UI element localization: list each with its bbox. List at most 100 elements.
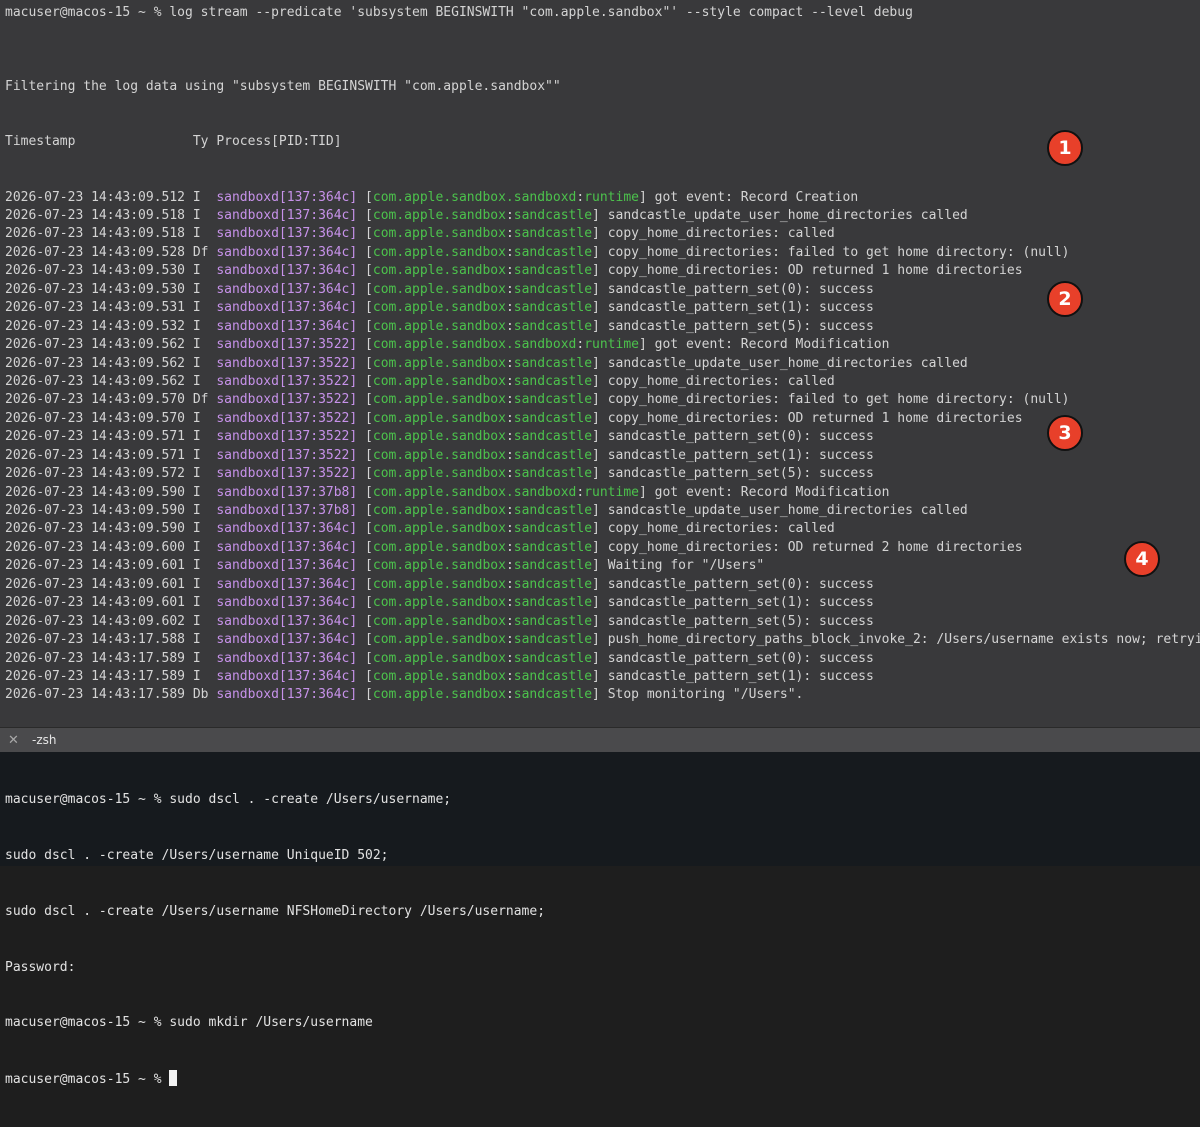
log-sep: :	[505, 447, 514, 463]
log-row: 2026-07-23 14:43:09.590 I sandboxd[137:3…	[5, 484, 1200, 502]
log-category: sandcastle	[513, 650, 593, 666]
terminal-cursor	[169, 1070, 178, 1087]
log-row: 2026-07-23 14:43:09.570 Df sandboxd[137:…	[5, 391, 1200, 409]
log-type: I	[192, 226, 209, 242]
log-sep	[185, 466, 193, 481]
log-timestamp: 2026-07-23 14:43:09.532	[5, 318, 186, 334]
log-type: I	[192, 373, 209, 389]
log-type: I	[192, 281, 209, 297]
log-subsystem: com.apple.sandbox	[372, 632, 506, 648]
log-process: sandboxd[137:3522]	[216, 373, 358, 389]
log-message: sandcastle_pattern_set(1): success	[607, 447, 874, 463]
log-category: sandcastle	[513, 632, 593, 648]
log-sep	[185, 282, 193, 297]
log-sep	[185, 208, 193, 223]
log-sep: [	[357, 632, 373, 648]
log-subsystem: com.apple.sandbox.sandboxd	[372, 337, 577, 353]
log-message: sandcastle_update_user_home_directories …	[607, 355, 968, 371]
log-sep: [	[357, 226, 373, 242]
log-sep	[185, 577, 193, 592]
log-process: sandboxd[137:3522]	[216, 447, 358, 463]
log-sep	[185, 245, 193, 260]
log-timestamp: 2026-07-23 14:43:09.571	[5, 429, 186, 445]
log-category: sandcastle	[513, 539, 593, 555]
log-type: I	[192, 576, 209, 592]
log-message: sandcastle_pattern_set(0): success	[607, 576, 874, 592]
log-timestamp: 2026-07-23 14:43:09.530	[5, 263, 186, 279]
log-subsystem: com.apple.sandbox	[372, 244, 506, 260]
log-sep: [	[357, 668, 373, 684]
log-sep: [	[357, 539, 373, 555]
log-process: sandboxd[137:364c]	[216, 595, 358, 611]
zsh-pane[interactable]: macuser@macos-15 ~ % sudo dscl . -create…	[0, 752, 1200, 1087]
log-process: sandboxd[137:364c]	[216, 318, 358, 334]
log-row: 2026-07-23 14:43:09.562 I sandboxd[137:3…	[5, 336, 1200, 354]
log-sep: [	[357, 244, 373, 260]
log-sep	[185, 337, 193, 352]
log-sep: ]	[592, 373, 608, 389]
log-timestamp: 2026-07-23 14:43:17.589	[5, 687, 186, 703]
log-subsystem: com.apple.sandbox	[372, 281, 506, 297]
log-category: sandcastle	[513, 373, 593, 389]
log-sep	[185, 651, 193, 666]
log-sep	[185, 374, 193, 389]
log-sep: :	[505, 318, 514, 334]
log-sep: :	[505, 466, 514, 482]
log-sep: ]	[592, 281, 608, 297]
log-sep: [	[357, 208, 373, 224]
log-category: sandcastle	[513, 429, 593, 445]
log-sep: [	[357, 373, 373, 389]
log-sep: ]	[592, 668, 608, 684]
log-process: sandboxd[137:364c]	[216, 189, 358, 205]
log-message: got event: Record Creation	[654, 189, 859, 205]
log-message: sandcastle_pattern_set(0): success	[607, 281, 874, 297]
log-sep: :	[505, 576, 514, 592]
zsh-line: Password:	[5, 959, 76, 975]
log-message: Stop monitoring "/Users".	[607, 687, 804, 703]
log-type: I	[192, 650, 209, 666]
tab-zsh[interactable]: -zsh	[32, 733, 57, 747]
zsh-line: macuser@macos-15 ~ % sudo dscl . -create…	[5, 792, 452, 808]
log-output: Filtering the log data using "subsystem …	[5, 41, 1200, 797]
log-subsystem: com.apple.sandbox	[372, 318, 506, 334]
log-row: 2026-07-23 14:43:09.590 I sandboxd[137:3…	[5, 520, 1200, 538]
log-subsystem: com.apple.sandbox	[372, 373, 506, 389]
log-sep: :	[505, 613, 514, 629]
log-category: sandcastle	[513, 281, 593, 297]
log-row: 2026-07-23 14:43:09.601 I sandboxd[137:3…	[5, 576, 1200, 594]
annotation-badge-4: 4	[1124, 541, 1160, 577]
close-icon[interactable]: ✕	[8, 733, 22, 748]
log-timestamp: 2026-07-23 14:43:09.562	[5, 355, 186, 371]
log-sep: ]	[592, 410, 608, 426]
log-process: sandboxd[137:364c]	[216, 263, 358, 279]
log-process: sandboxd[137:364c]	[216, 244, 358, 260]
annotation-badge-2: 2	[1047, 281, 1083, 317]
log-sep: ]	[592, 539, 608, 555]
zsh-output: macuser@macos-15 ~ % sudo dscl . -create…	[5, 754, 545, 1127]
log-timestamp: 2026-07-23 14:43:09.572	[5, 466, 186, 482]
log-timestamp: 2026-07-23 14:43:09.570	[5, 392, 186, 408]
annotation-badge-3: 3	[1047, 415, 1083, 451]
log-timestamp: 2026-07-23 14:43:09.601	[5, 595, 186, 611]
zsh-prompt-line[interactable]: macuser@macos-15 ~ %	[5, 1070, 545, 1090]
log-sep	[185, 411, 193, 426]
log-sep: [	[357, 558, 373, 574]
log-subsystem: com.apple.sandbox	[372, 447, 506, 463]
log-category: sandcastle	[513, 558, 593, 574]
log-category: sandcastle	[513, 410, 593, 426]
log-stream-pane[interactable]: macuser@macos-15 ~ % log stream --predic…	[0, 0, 1200, 756]
log-sep: [	[357, 650, 373, 666]
log-message: got event: Record Modification	[654, 337, 890, 353]
log-process: sandboxd[137:37b8]	[216, 484, 358, 500]
log-timestamp: 2026-07-23 14:43:09.590	[5, 503, 186, 519]
log-process: sandboxd[137:364c]	[216, 650, 358, 666]
log-row: 2026-07-23 14:43:09.601 I sandboxd[137:3…	[5, 557, 1200, 575]
log-message: sandcastle_pattern_set(0): success	[607, 650, 874, 666]
log-category: sandcastle	[513, 447, 593, 463]
log-subsystem: com.apple.sandbox	[372, 410, 506, 426]
log-timestamp: 2026-07-23 14:43:09.530	[5, 281, 186, 297]
log-sep: ]	[592, 226, 608, 242]
log-sep: ]	[592, 392, 608, 408]
log-sep: :	[505, 226, 514, 242]
log-sep: ]	[592, 466, 608, 482]
